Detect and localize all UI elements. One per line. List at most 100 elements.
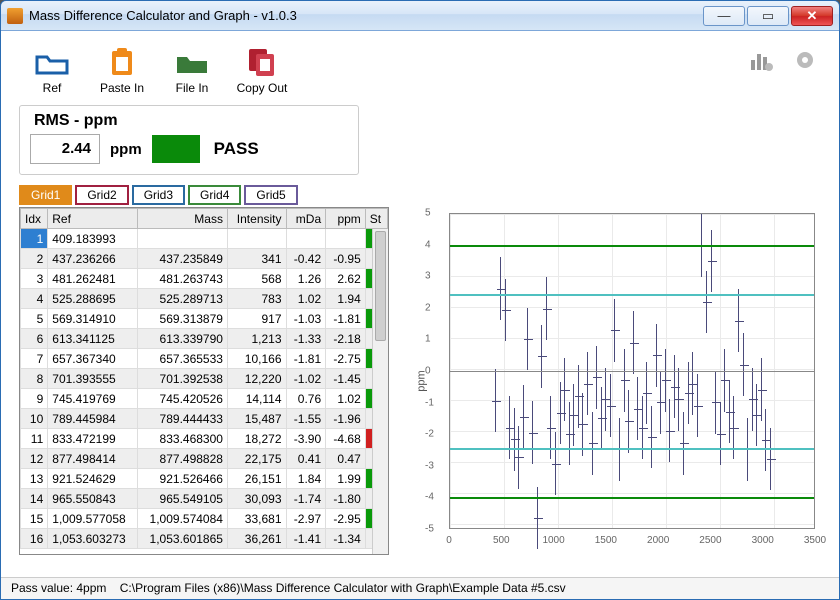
data-point	[720, 402, 721, 465]
data-point	[592, 412, 593, 475]
reference-line	[450, 245, 814, 247]
window-title: Mass Difference Calculator and Graph - v…	[29, 8, 701, 23]
col-ref[interactable]: Ref	[48, 209, 138, 229]
gear-icon[interactable]	[789, 47, 821, 73]
pass-label: PASS	[214, 139, 259, 159]
clipboard-icon	[104, 47, 140, 77]
rms-title: RMS - ppm	[34, 112, 348, 130]
reference-line	[450, 294, 814, 296]
data-point	[765, 409, 766, 472]
data-point	[729, 380, 730, 443]
data-point	[546, 277, 547, 340]
folder-icon	[34, 47, 70, 77]
data-point	[770, 428, 771, 491]
rms-unit: ppm	[110, 141, 142, 158]
titlebar[interactable]: Mass Difference Calculator and Graph - v…	[1, 1, 839, 31]
col-mass[interactable]: Mass	[138, 209, 228, 229]
reference-line	[450, 448, 814, 450]
col-ppm[interactable]: ppm	[326, 209, 366, 229]
data-point	[569, 402, 570, 465]
data-point	[683, 412, 684, 475]
chart-settings-icon[interactable]	[746, 48, 778, 74]
data-point	[527, 308, 528, 371]
folder-solid-icon	[174, 47, 210, 77]
table-row[interactable]: 5569.314910569.313879917-1.03-1.81	[21, 309, 388, 329]
data-point	[582, 393, 583, 456]
chart-plot[interactable]	[449, 213, 815, 529]
data-point	[509, 396, 510, 459]
zero-line	[450, 371, 814, 372]
table-row[interactable]: 10789.445984789.44443315,487-1.55-1.96	[21, 409, 388, 429]
data-point	[752, 368, 753, 431]
copy-label: Copy Out	[229, 81, 295, 95]
data-point	[665, 349, 666, 412]
file-in-button[interactable]: File In	[159, 47, 225, 95]
data-point	[743, 333, 744, 396]
data-point	[724, 349, 725, 412]
col-intensity[interactable]: Intensity	[227, 209, 286, 229]
status-filepath: C:\Program Files (x86)\Mass Difference C…	[120, 581, 566, 595]
table-row[interactable]: 151,009.5770581,009.57408433,681-2.97-2.…	[21, 509, 388, 529]
data-point	[523, 385, 524, 448]
table-row[interactable]: 6613.341125613.3397901,213-1.33-2.18	[21, 329, 388, 349]
table-row[interactable]: 14965.550843965.54910530,093-1.74-1.80	[21, 489, 388, 509]
minimize-button[interactable]: —	[703, 6, 745, 26]
data-point	[610, 374, 611, 437]
data-point	[495, 369, 496, 432]
data-point	[514, 408, 515, 471]
data-point	[587, 352, 588, 415]
data-point	[628, 390, 629, 453]
data-point	[678, 368, 679, 431]
data-point	[706, 271, 707, 334]
rms-value: 2.44	[30, 134, 100, 164]
filein-label: File In	[159, 81, 225, 95]
table-row[interactable]: 11833.472199833.46830018,272-3.90-4.68	[21, 429, 388, 449]
tab-grid4[interactable]: Grid4	[188, 185, 241, 205]
status-bar: Pass value: 4ppm C:\Program Files (x86)\…	[1, 577, 839, 599]
data-point	[756, 384, 757, 447]
ref-label: Ref	[19, 81, 85, 95]
maximize-button[interactable]: ▭	[747, 6, 789, 26]
col-st[interactable]: St	[365, 209, 387, 229]
data-point	[505, 279, 506, 342]
table-row[interactable]: 13921.524629921.52646626,1511.841.99	[21, 469, 388, 489]
data-point	[697, 374, 698, 437]
scrollbar[interactable]	[372, 229, 388, 554]
table-row[interactable]: 3481.262481481.2637435681.262.62	[21, 269, 388, 289]
app-icon	[7, 8, 23, 24]
data-point	[605, 368, 606, 431]
table-row[interactable]: 2437.236266437.235849341-0.42-0.95	[21, 249, 388, 269]
status-pass-value: Pass value: 4ppm	[11, 581, 106, 595]
table-row[interactable]: 1409.183993	[21, 229, 388, 249]
copy-out-button[interactable]: Copy Out	[229, 47, 295, 95]
paste-in-button[interactable]: Paste In	[89, 47, 155, 95]
data-point	[596, 346, 597, 409]
data-point	[532, 401, 533, 464]
rms-panel: RMS - ppm 2.44 ppm PASS	[19, 105, 359, 175]
table-row[interactable]: 8701.393555701.39253812,220-1.02-1.45	[21, 369, 388, 389]
data-point	[573, 384, 574, 447]
tab-grid3[interactable]: Grid3	[132, 185, 185, 205]
tab-grid5[interactable]: Grid5	[244, 185, 297, 205]
data-point	[669, 399, 670, 462]
table-row[interactable]: 7657.367340657.36553310,166-1.81-2.75	[21, 349, 388, 369]
data-point	[715, 371, 716, 434]
data-point	[601, 387, 602, 450]
data-point	[560, 382, 561, 445]
table-row[interactable]: 12877.498414877.49882822,1750.410.47	[21, 449, 388, 469]
data-point	[656, 324, 657, 387]
app-window: Mass Difference Calculator and Graph - v…	[0, 0, 840, 600]
data-point	[633, 311, 634, 374]
tab-grid2[interactable]: Grid2	[75, 185, 128, 205]
ref-button[interactable]: Ref	[19, 47, 85, 95]
tab-grid1[interactable]: Grid1	[19, 185, 72, 205]
table-row[interactable]: 161,053.6032731,053.60186536,261-1.41-1.…	[21, 529, 388, 549]
data-grid[interactable]: IdxRefMassIntensitymDappmSt 1409.1839932…	[19, 207, 389, 555]
table-row[interactable]: 4525.288695525.2897137831.021.94	[21, 289, 388, 309]
col-idx[interactable]: Idx	[21, 209, 48, 229]
col-mda[interactable]: mDa	[286, 209, 326, 229]
close-button[interactable]: ✕	[791, 6, 833, 26]
copy-icon	[244, 47, 280, 77]
chart: ppm -5-4-3-2-1012345 0500100015002000250…	[411, 207, 821, 555]
table-row[interactable]: 9745.419769745.42052614,1140.761.02	[21, 389, 388, 409]
